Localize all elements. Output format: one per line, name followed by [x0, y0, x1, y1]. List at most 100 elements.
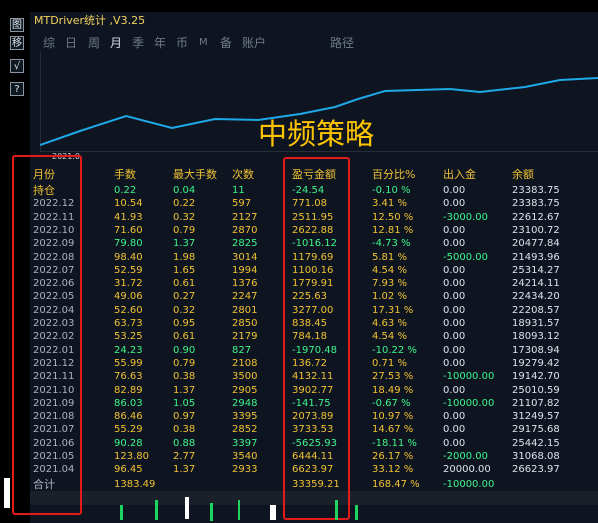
header-balance[interactable]: 余额	[512, 168, 534, 181]
table-cell: 18093.12	[512, 331, 560, 343]
table-cell: 20000.00	[443, 464, 491, 476]
table-cell: 3500	[232, 371, 258, 383]
table-cell: 0.00	[443, 318, 466, 329]
table-cell: 1.05	[173, 397, 196, 409]
table-cell: 2933	[232, 464, 258, 476]
total-cell: 33359.21	[292, 478, 340, 490]
candle-bar	[155, 500, 158, 520]
table-cell: 96.45	[114, 464, 143, 476]
table-cell: 23100.72	[512, 224, 560, 236]
header-percent[interactable]: 百分比%	[372, 168, 415, 181]
table-cell: 2850	[232, 318, 258, 329]
table-cell: 2825	[232, 238, 258, 250]
table-cell: 1994	[232, 264, 258, 276]
table-cell: 1376	[232, 278, 258, 290]
table-cell: -0.67 %	[372, 397, 411, 409]
table-cell: 0.95	[173, 318, 196, 329]
table-cell: 0.00	[443, 278, 466, 290]
table-cell: 2801	[232, 304, 258, 316]
table-cell: 25314.27	[512, 264, 560, 276]
table-cell: 2127	[232, 211, 258, 223]
table-cell: 10.97 %	[372, 411, 414, 423]
table-cell: 2179	[232, 331, 258, 343]
table-cell: 55.29	[114, 424, 143, 436]
table-cell: -10000.00	[443, 397, 495, 409]
table-cell: 24214.11	[512, 278, 560, 290]
table-cell: 0.32	[173, 304, 196, 316]
table-cell: 22434.20	[512, 291, 560, 303]
total-cell: -10000.00	[443, 478, 495, 490]
table-cell: 0.00	[443, 344, 466, 356]
candle-bar	[355, 505, 358, 520]
table-cell: 17.31 %	[372, 304, 414, 316]
table-cell: -18.11 %	[372, 437, 417, 449]
table-cell: 123.80	[114, 451, 149, 462]
table-cell: 1.98	[173, 251, 196, 263]
table-cell: 0.32	[173, 211, 196, 223]
candle-bar	[120, 505, 123, 520]
table-cell: 31249.57	[512, 411, 560, 423]
table-cell: 63.73	[114, 318, 143, 329]
table-cell: 1.37	[173, 384, 196, 396]
table-cell: 0.22	[114, 185, 137, 196]
table-cell: 0.00	[443, 238, 466, 250]
table-cell: 17308.94	[512, 344, 560, 356]
table-cell: 0.04	[173, 185, 196, 196]
table-cell: 0.00	[443, 384, 466, 396]
total-cell: 1383.49	[114, 478, 156, 490]
table-cell: 25010.59	[512, 384, 560, 396]
table-cell: 90.28	[114, 437, 143, 449]
table-cell: 18.49 %	[372, 384, 414, 396]
table-cell: -2000.00	[443, 451, 488, 462]
table-cell: 22208.57	[512, 304, 560, 316]
table-cell: 98.40	[114, 251, 143, 263]
table-cell: 10.54	[114, 198, 143, 210]
table-cell: 86.03	[114, 397, 143, 409]
table-cell: 18931.57	[512, 318, 560, 329]
table-cell: 52.59	[114, 264, 143, 276]
table-cell: 41.93	[114, 211, 143, 223]
table-cell: 26623.97	[512, 464, 560, 476]
table-cell: 0.88	[173, 437, 196, 449]
table-cell: 19279.42	[512, 357, 560, 369]
table-cell: -3000.00	[443, 211, 488, 223]
table-cell: 3.41 %	[372, 198, 407, 210]
header-count[interactable]: 次数	[232, 168, 254, 181]
table-cell: 19142.70	[512, 371, 560, 383]
table-cell: 25442.15	[512, 437, 560, 449]
table-cell: 21107.82	[512, 397, 560, 409]
header-lots[interactable]: 手数	[114, 168, 136, 181]
table-cell: 0.00	[443, 331, 466, 343]
table-cell: 52.60	[114, 304, 143, 316]
table-cell: 0.00	[443, 304, 466, 316]
table-cell: 0.00	[443, 185, 466, 196]
table-cell: 0.38	[173, 424, 196, 436]
table-cell: 20477.84	[512, 238, 560, 250]
table-cell: 26.17 %	[372, 451, 414, 462]
month-column-highlight	[12, 155, 82, 515]
table-cell: 2.77	[173, 451, 196, 462]
header-max-lots[interactable]: 最大手数	[173, 168, 217, 181]
header-deposit[interactable]: 出入金	[443, 168, 476, 181]
candle-bar	[270, 505, 276, 520]
table-cell: 82.89	[114, 384, 143, 396]
table-cell: 49.06	[114, 291, 143, 303]
table-cell: 14.67 %	[372, 424, 414, 436]
table-cell: 76.63	[114, 371, 143, 383]
table-cell: 0.00	[443, 198, 466, 210]
table-cell: 0.00	[443, 291, 466, 303]
table-cell: 4.63 %	[372, 318, 407, 329]
table-cell: -5000.00	[443, 251, 488, 263]
candle-bar	[185, 497, 189, 519]
table-cell: 2905	[232, 384, 258, 396]
pnl-column-highlight	[283, 157, 350, 520]
table-cell: 0.79	[173, 357, 196, 369]
table-cell: 2108	[232, 357, 258, 369]
table-cell: 21493.96	[512, 251, 560, 263]
table-cell: 55.99	[114, 357, 143, 369]
candle-bar	[238, 500, 240, 520]
total-label: 合计	[33, 477, 55, 491]
table-cell: 12.50 %	[372, 211, 414, 223]
table-cell: 2852	[232, 424, 258, 436]
table-cell: 597	[232, 198, 252, 210]
